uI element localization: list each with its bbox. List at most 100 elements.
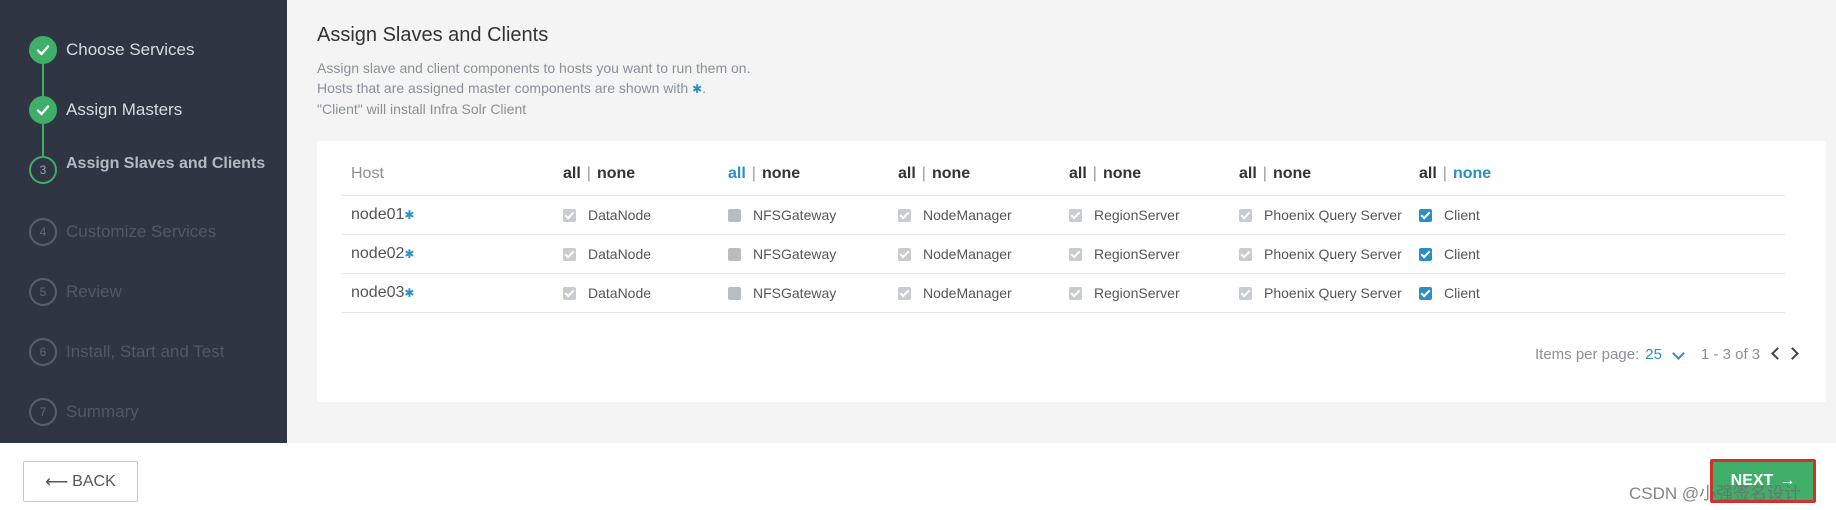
separator: | [1092,165,1097,182]
checkbox[interactable] [898,287,911,300]
wizard-step-label: Assign Slaves and Clients [66,155,266,172]
select-all-link[interactable]: all [728,165,746,182]
component-label: NodeManager [923,285,1012,301]
checkbox[interactable] [1239,248,1252,261]
arrow-left-icon: ⟵ [45,473,69,491]
checkbox[interactable] [563,287,576,300]
step-number-badge: 5 [29,278,57,306]
master-component-icon: ✱ [404,286,415,300]
chevron-down-icon[interactable] [1672,347,1685,360]
wizard-step-install-start-test: 6 Install, Start and Test [29,338,279,378]
checkbox[interactable] [898,209,911,222]
select-all-link[interactable]: all [1069,165,1087,182]
component-checkbox[interactable]: RegionServer [1069,285,1180,301]
select-none-link[interactable]: none [1453,165,1491,182]
component-label: DataNode [588,246,652,262]
desc-line: "Client" will install Infra Solr Client [317,101,527,117]
wizard-step-assign-masters[interactable]: Assign Masters [29,96,279,136]
component-checkbox[interactable]: NodeManager [898,285,1012,301]
component-checkbox[interactable]: DataNode [563,207,651,223]
component-checkbox[interactable]: DataNode [563,246,651,262]
desc-line: Hosts that are assigned master component… [317,78,750,99]
select-all-link[interactable]: all [563,165,581,182]
host-name: node01✱ [351,206,414,224]
component-checkbox[interactable]: RegionServer [1069,246,1180,262]
back-button[interactable]: ⟵ BACK [23,461,138,502]
items-per-page-select[interactable]: 25 [1645,346,1662,363]
step-number-badge: 4 [29,218,57,246]
step-number-badge: 3 [29,156,57,184]
select-none-link[interactable]: none [932,165,970,182]
pagination: Items per page: 25 1 - 3 of 3 [1535,346,1800,363]
component-checkbox[interactable]: Client [1419,246,1480,262]
desc-text: . [702,80,707,96]
column-header-nfsgateway: all | none [728,165,800,183]
chevron-left-icon[interactable] [1771,347,1784,360]
component-label: NFSGateway [753,246,837,262]
component-checkbox[interactable]: DataNode [563,285,651,301]
component-label: Client [1444,246,1480,262]
select-all-link[interactable]: all [1419,165,1437,182]
column-header-phoenix: all | none [1239,165,1311,183]
wizard-step-label: Customize Services [66,222,217,241]
checkbox[interactable] [728,248,741,261]
component-label: NodeManager [923,246,1012,262]
checkbox[interactable] [563,248,576,261]
master-component-icon: ✱ [692,82,703,96]
wizard-step-label: Install, Start and Test [66,342,225,361]
separator: | [921,165,926,182]
column-header-datanode: all | none [563,165,635,183]
checkbox[interactable] [1419,209,1432,222]
checkbox[interactable] [1419,287,1432,300]
master-component-icon: ✱ [404,208,415,222]
component-checkbox[interactable]: NodeManager [898,207,1012,223]
checkbox[interactable] [563,209,576,222]
component-checkbox[interactable]: NFSGateway [728,246,836,262]
separator: | [751,165,756,182]
select-all-link[interactable]: all [898,165,916,182]
component-label: RegionServer [1094,246,1180,262]
host-name: node03✱ [351,284,414,302]
component-label: NFSGateway [753,285,837,301]
wizard-step-label: Choose Services [66,40,195,59]
checkbox[interactable] [898,248,911,261]
host-label: node01 [351,206,405,223]
checkbox[interactable] [1419,248,1432,261]
wizard-step-choose-services[interactable]: Choose Services [29,36,279,76]
component-label: Client [1444,285,1480,301]
checkbox[interactable] [1069,248,1082,261]
step-number-badge: 7 [29,398,57,426]
select-none-link[interactable]: none [1103,165,1141,182]
select-none-link[interactable]: none [1273,165,1311,182]
main-content: Assign Slaves and Clients Assign slave a… [287,0,1836,443]
page-title: Assign Slaves and Clients [317,24,549,46]
component-checkbox[interactable]: Phoenix Query Server [1239,207,1402,223]
table-header: Host all | none all | none all | none all | none… [342,141,1785,196]
host-label: node03 [351,284,405,301]
checkbox[interactable] [728,209,741,222]
select-all-link[interactable]: all [1239,165,1257,182]
table-row: node03✱ DataNode NFSGateway NodeManager Regi… [342,274,1785,313]
select-none-link[interactable]: none [597,165,635,182]
chevron-right-icon[interactable] [1786,347,1799,360]
component-checkbox[interactable]: Client [1419,207,1480,223]
checkbox[interactable] [1069,209,1082,222]
checkbox[interactable] [1239,287,1252,300]
component-checkbox[interactable]: RegionServer [1069,207,1180,223]
checkbox[interactable] [1069,287,1082,300]
component-checkbox[interactable]: NFSGateway [728,285,836,301]
select-none-link[interactable]: none [762,165,800,182]
component-checkbox[interactable]: Phoenix Query Server [1239,246,1402,262]
checkbox[interactable] [1239,209,1252,222]
component-checkbox[interactable]: Phoenix Query Server [1239,285,1402,301]
page-description: Assign slave and client components to ho… [317,58,750,119]
component-label: Phoenix Query Server [1264,285,1402,301]
component-checkbox[interactable]: NodeManager [898,246,1012,262]
wizard-step-label: Assign Masters [66,100,183,119]
items-per-page-label: Items per page: [1535,346,1640,363]
watermark: CSDN @小强签名设计 [1629,484,1802,503]
component-checkbox[interactable]: Client [1419,285,1480,301]
component-checkbox[interactable]: NFSGateway [728,207,836,223]
checkbox[interactable] [728,287,741,300]
wizard-sidebar: Choose Services Assign Masters 3 Assign … [0,0,287,443]
